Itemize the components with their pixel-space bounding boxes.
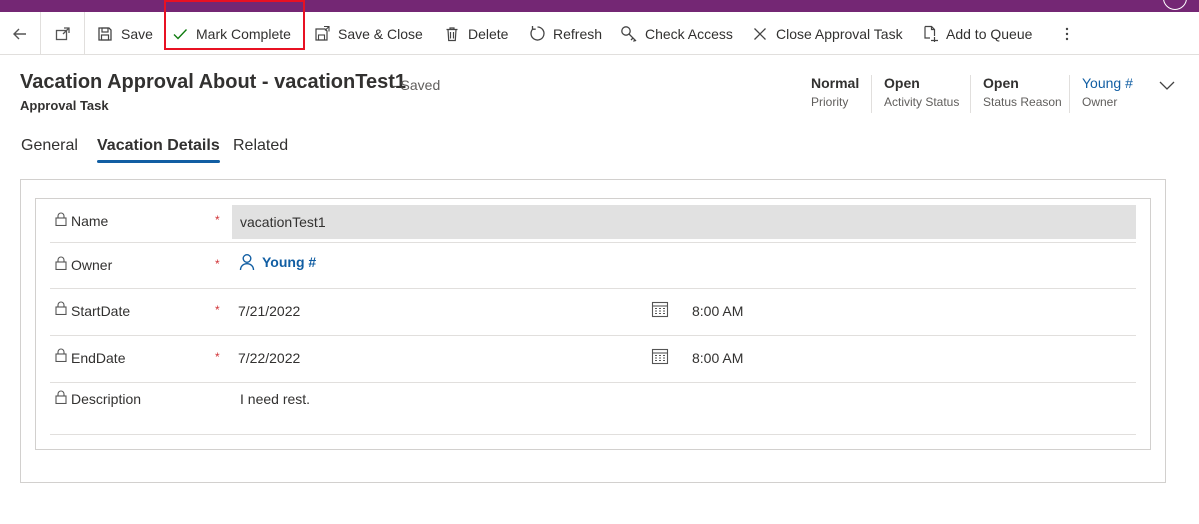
startdate-time-field[interactable]: 8:00 AM [692,303,743,319]
floppy-disk-icon [96,25,114,43]
open-in-new-window-icon [54,25,72,43]
description-field[interactable]: I need rest. [240,391,310,407]
popout-button[interactable] [54,12,79,55]
priority-label: Priority [811,95,849,109]
activity-status-label: Activity Status [884,95,960,109]
refresh-button[interactable]: Refresh [528,12,602,55]
delete-label: Delete [468,25,509,42]
close-icon [751,25,769,43]
save-close-label: Save & Close [338,25,423,42]
save-close-icon [313,25,331,43]
owner-lookup-link[interactable]: Young # [238,253,316,271]
mark-complete-highlight [164,0,305,50]
tab-general[interactable]: General [21,137,78,163]
chevron-down-icon[interactable] [1158,76,1176,94]
person-icon [239,254,255,271]
calendar-icon[interactable] [651,300,669,318]
calendar-icon[interactable] [651,347,669,365]
owner-label: Owner [1082,95,1118,109]
field-row-enddate: EndDate * 7/22/2022 8:00 AM [50,336,1136,383]
header-priority: Normal Priority [811,75,859,109]
tab-related[interactable]: Related [233,137,288,163]
status-reason-label: Status Reason [983,95,1062,109]
field-row-name: Name * vacationTest1 [50,199,1136,243]
description-label: Description [71,391,142,407]
entity-name: Approval Task [20,98,109,113]
name-field[interactable]: vacationTest1 [232,205,1136,239]
required-indicator: * [215,213,220,227]
owner-field-label: Owner [71,257,113,273]
more-vertical-icon [1058,25,1076,43]
field-row-owner: Owner * Young # [50,243,1136,289]
tab-vacation-details[interactable]: Vacation Details [97,137,220,163]
enddate-date-field[interactable]: 7/22/2022 [238,350,300,366]
save-label: Save [121,25,153,42]
add-to-queue-button[interactable]: Add to Queue [921,12,1032,55]
header-status-reason: Open Status Reason [983,75,1062,109]
enddate-time-field[interactable]: 8:00 AM [692,350,743,366]
priority-value: Normal [811,75,860,91]
field-row-startdate: StartDate * 7/21/2022 8:00 AM [50,289,1136,336]
lock-icon [55,256,67,270]
owner-value[interactable]: Young # [1082,75,1133,91]
more-commands-button[interactable] [1058,12,1083,55]
lock-icon [55,348,67,362]
save-close-button[interactable]: Save & Close [313,12,423,55]
check-access-label: Check Access [645,25,733,42]
lock-icon [55,212,67,226]
required-indicator: * [215,350,220,364]
lock-icon [55,390,67,404]
delete-button[interactable]: Delete [443,12,508,55]
user-avatar[interactable] [1163,0,1187,10]
lock-icon [55,301,67,315]
close-approval-task-button[interactable]: Close Approval Task [751,12,903,55]
startdate-date-field[interactable]: 7/21/2022 [238,303,300,319]
arrow-left-icon [11,25,29,43]
key-search-icon [620,25,638,43]
status-reason-value: Open [983,75,1019,91]
header-owner[interactable]: Young # Owner [1082,75,1133,109]
queue-document-icon [921,25,939,43]
back-button[interactable] [11,12,36,55]
owner-field-value: Young # [262,254,317,270]
refresh-label: Refresh [553,25,603,42]
activity-status-value: Open [884,75,920,91]
name-label: Name [71,213,109,229]
save-button[interactable]: Save [96,12,153,55]
record-title: Vacation Approval About - vacationTest1 [20,71,406,93]
trash-icon [443,25,461,43]
required-indicator: * [215,303,220,317]
close-approval-task-label: Close Approval Task [776,25,903,42]
add-to-queue-label: Add to Queue [946,25,1033,42]
field-row-description: Description I need rest. [50,383,1136,435]
save-status: - Saved [392,77,441,93]
name-value: vacationTest1 [240,214,326,230]
refresh-icon [528,25,546,43]
enddate-label: EndDate [71,350,126,366]
check-access-button[interactable]: Check Access [620,12,733,55]
required-indicator: * [215,257,220,271]
startdate-label: StartDate [71,303,131,319]
header-activity-status: Open Activity Status [884,75,959,109]
